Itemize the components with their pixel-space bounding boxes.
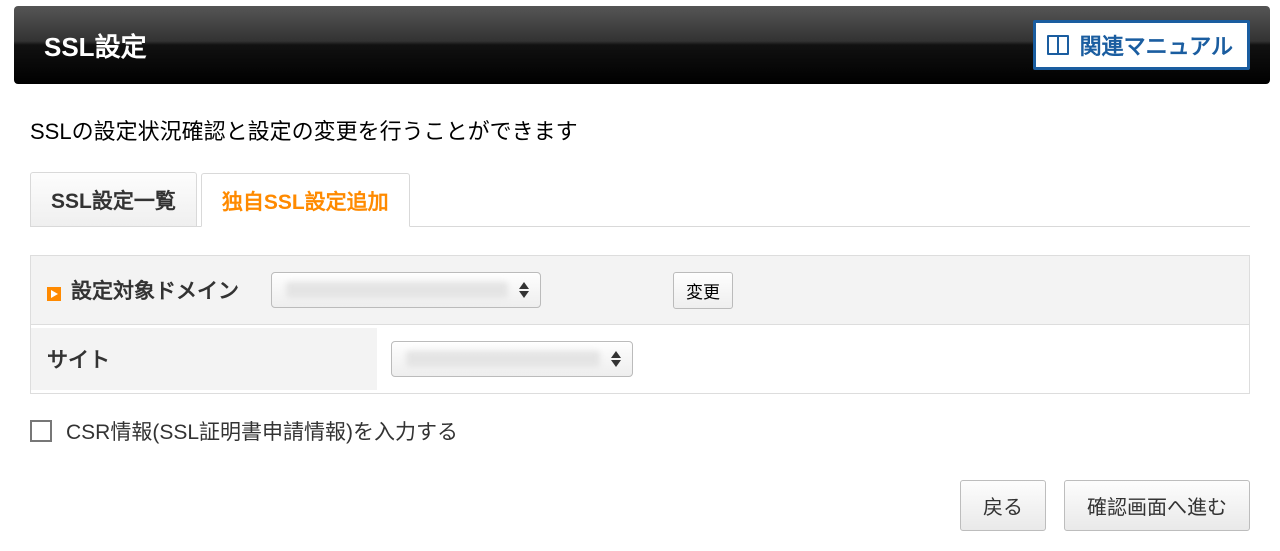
domain-select[interactable]	[271, 272, 541, 308]
tabs: SSL設定一覧 独自SSL設定追加	[30, 172, 1250, 227]
action-buttons: 戻る 確認画面へ進む	[30, 480, 1250, 531]
page-description: SSLの設定状況確認と設定の変更を行うことができます	[0, 84, 1280, 172]
site-label-cell: サイト	[31, 328, 377, 390]
csr-checkbox[interactable]	[30, 420, 52, 442]
page-header: SSL設定 関連マニュアル	[14, 6, 1270, 84]
domain-row: 設定対象ドメイン 変更	[31, 256, 1249, 324]
csr-checkbox-label: CSR情報(SSL証明書申請情報)を入力する	[66, 416, 458, 446]
page-title: SSL設定	[44, 27, 147, 64]
tab-ssl-add[interactable]: 独自SSL設定追加	[201, 173, 410, 227]
tab-label: SSL設定一覧	[51, 190, 176, 213]
back-button[interactable]: 戻る	[960, 480, 1046, 531]
confirm-button[interactable]: 確認画面へ進む	[1064, 480, 1250, 531]
site-label-text: サイト	[47, 344, 110, 374]
site-select-value	[406, 351, 600, 367]
book-icon	[1046, 34, 1070, 56]
updown-icon	[518, 282, 530, 298]
updown-icon	[610, 351, 622, 367]
csr-checkbox-row: CSR情報(SSL証明書申請情報)を入力する	[30, 416, 1250, 446]
domain-label-text: 設定対象ドメイン	[71, 275, 239, 305]
tab-label: 独自SSL設定追加	[222, 191, 389, 214]
domain-value-cell: 変更	[655, 272, 1249, 309]
related-manual-label: 関連マニュアル	[1080, 29, 1233, 61]
site-row: サイト	[31, 324, 1249, 393]
domain-select-value	[286, 282, 508, 298]
related-manual-button[interactable]: 関連マニュアル	[1033, 20, 1250, 70]
tab-ssl-list[interactable]: SSL設定一覧	[30, 172, 197, 226]
site-select[interactable]	[391, 341, 633, 377]
site-value-cell	[377, 325, 1249, 393]
ssl-form: 設定対象ドメイン 変更 サイト	[30, 255, 1250, 394]
change-domain-button[interactable]: 変更	[673, 272, 733, 309]
arrow-right-icon	[47, 283, 61, 297]
domain-label-cell: 設定対象ドメイン	[31, 256, 655, 324]
